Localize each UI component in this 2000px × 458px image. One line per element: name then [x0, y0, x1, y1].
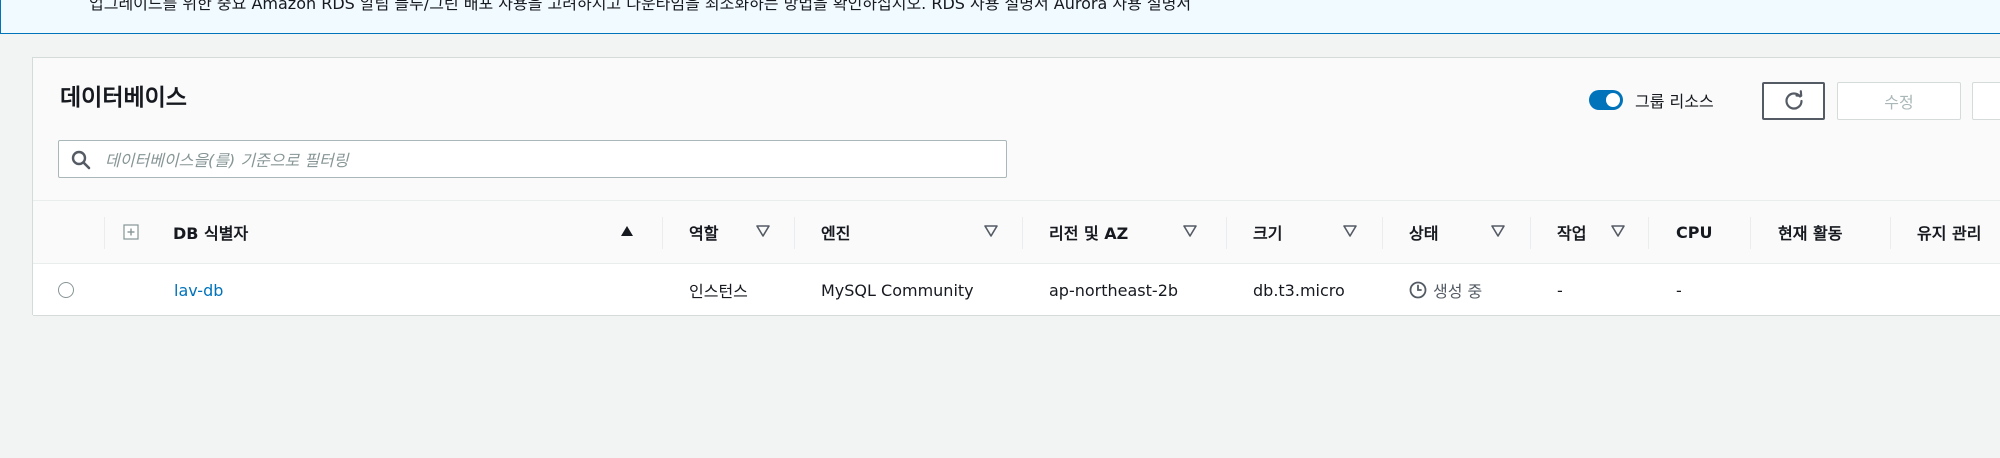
sort-icon[interactable] — [984, 225, 998, 237]
column-separator — [1226, 217, 1227, 249]
column-separator — [1648, 217, 1649, 249]
info-banner: 업그레이드를 위한 중요 Amazon RDS 알림 블루/그린 배포 사용을 … — [0, 0, 2000, 34]
table-row[interactable]: lav-db 인스턴스 MySQL Community ap-northeast… — [33, 264, 2000, 316]
column-header-maintenance[interactable]: 유지 관리 — [1917, 201, 1981, 263]
filter-box[interactable] — [58, 140, 1007, 178]
cell-role: 인스턴스 — [689, 282, 748, 301]
sort-icon[interactable] — [1491, 225, 1505, 237]
column-header-role[interactable]: 역할 — [689, 201, 718, 263]
db-identifier-link[interactable]: lav-db — [174, 264, 223, 316]
actions-button[interactable]: 작업 — [1972, 82, 2000, 120]
sort-ascending-icon[interactable] — [620, 225, 634, 237]
column-header-current-activity[interactable]: 현재 활동 — [1778, 201, 1842, 263]
row-radio-button[interactable] — [58, 282, 74, 298]
refresh-button[interactable] — [1762, 82, 1825, 120]
cell-status: 생성 중 — [1409, 264, 1482, 316]
expand-all-icon — [123, 224, 139, 240]
column-header-actions[interactable]: 작업 — [1557, 201, 1586, 263]
column-separator — [1750, 217, 1751, 249]
column-separator — [104, 217, 105, 249]
toggle-switch[interactable] — [1589, 90, 1623, 110]
column-separator — [794, 217, 795, 249]
panel-header — [33, 58, 2000, 200]
status-text: 생성 중 — [1433, 282, 1483, 301]
info-banner-text: 업그레이드를 위한 중요 Amazon RDS 알림 블루/그린 배포 사용을 … — [89, 0, 1192, 13]
sort-icon[interactable] — [756, 225, 770, 237]
column-header-status[interactable]: 상태 — [1409, 201, 1438, 263]
column-header-cpu[interactable]: CPU — [1676, 201, 1712, 263]
cell-actions: - — [1557, 280, 1563, 300]
sort-icon[interactable] — [1343, 225, 1357, 237]
clock-icon — [1409, 281, 1427, 299]
column-separator — [662, 217, 663, 249]
toggle-knob — [1606, 93, 1620, 107]
refresh-icon — [1784, 90, 1803, 110]
search-icon — [71, 150, 91, 170]
column-header-region-az[interactable]: 리전 및 AZ — [1049, 201, 1128, 263]
table-header: DB 식별자 역할 엔진 리전 및 AZ 크기 상태 작업 CPU 현재 활동 … — [33, 200, 2000, 264]
cell-cpu: - — [1676, 280, 1682, 300]
column-header-engine[interactable]: 엔진 — [821, 201, 850, 263]
row-select[interactable] — [58, 264, 74, 316]
cell-size: db.t3.micro — [1253, 280, 1345, 300]
edit-button[interactable]: 수정 — [1837, 82, 1961, 120]
column-separator — [1382, 217, 1383, 249]
toggle-label: 그룹 리소스 — [1635, 92, 1714, 111]
sort-icon[interactable] — [1611, 225, 1625, 237]
page-title: 데이터베이스 — [60, 85, 187, 111]
column-separator — [1530, 217, 1531, 249]
expand-all-toggle[interactable] — [123, 201, 139, 263]
sort-icon[interactable] — [1183, 225, 1197, 237]
cell-engine: MySQL Community — [821, 280, 974, 300]
column-separator — [1890, 217, 1891, 249]
cell-region-az: ap-northeast-2b — [1049, 280, 1179, 300]
column-separator — [1022, 217, 1023, 249]
group-resources-toggle[interactable]: 그룹 리소스 — [1589, 88, 1714, 112]
filter-input[interactable] — [103, 145, 987, 175]
databases-panel: 데이터베이스 그룹 리소스 수정 작업 DB 식별자 — [32, 57, 2000, 316]
column-header-size[interactable]: 크기 — [1253, 201, 1282, 263]
column-header-db-identifier[interactable]: DB 식별자 — [173, 201, 248, 263]
